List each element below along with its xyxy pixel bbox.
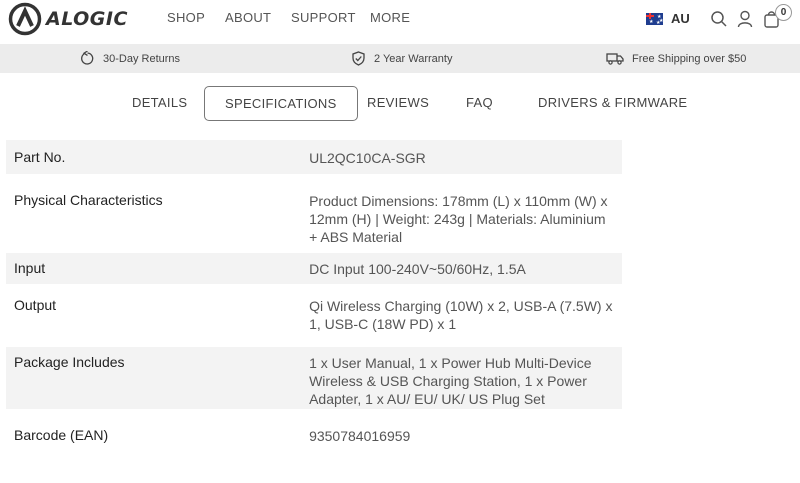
logo[interactable]: ALOGIC bbox=[8, 2, 128, 36]
nav-shop[interactable]: SHOP bbox=[167, 10, 205, 25]
product-tabs: DETAILS SPECIFICATIONS REVIEWS FAQ DRIVE… bbox=[0, 86, 800, 122]
brand-name: ALOGIC bbox=[46, 8, 128, 30]
tab-faq[interactable]: FAQ bbox=[466, 86, 493, 120]
search-icon[interactable] bbox=[710, 10, 728, 28]
spec-label: Part No. bbox=[14, 149, 66, 165]
nav-support[interactable]: SUPPORT bbox=[291, 10, 356, 25]
spec-value: 9350784016959 bbox=[309, 428, 411, 444]
spec-label: Input bbox=[14, 260, 46, 276]
spec-value: 1 x User Manual, 1 x Power Hub Multi-Dev… bbox=[309, 355, 592, 407]
spec-label: Package Includes bbox=[14, 354, 125, 370]
nav-more[interactable]: MORE bbox=[370, 10, 410, 25]
tab-specifications[interactable]: SPECIFICATIONS bbox=[204, 86, 358, 121]
benefit-shipping[interactable]: Free Shipping over $50 bbox=[606, 51, 746, 66]
spec-value: DC Input 100-240V~50/60Hz, 1.5A bbox=[309, 261, 526, 277]
tab-details[interactable]: DETAILS bbox=[132, 86, 187, 120]
spec-row: Package Includes 1 x User Manual, 1 x Po… bbox=[6, 347, 622, 409]
tab-reviews[interactable]: REVIEWS bbox=[367, 86, 429, 120]
logo-icon bbox=[8, 2, 42, 36]
spec-row: Output Qi Wireless Charging (10W) x 2, U… bbox=[6, 292, 622, 345]
spec-value: Product Dimensions: 178mm (L) x 110mm (W… bbox=[309, 193, 608, 245]
spec-value: Qi Wireless Charging (10W) x 2, USB-A (7… bbox=[309, 298, 613, 332]
benefits-bar: 30-Day Returns 2 Year Warranty Free Ship… bbox=[0, 44, 800, 73]
returns-icon bbox=[81, 51, 94, 65]
flag-au-icon: ★ ★ ★ ★ bbox=[646, 12, 663, 25]
warranty-shield-icon bbox=[352, 51, 365, 66]
site-header: ALOGIC SHOP ABOUT SUPPORT MORE ★ ★ ★ ★ A… bbox=[0, 0, 800, 44]
benefit-returns-label: 30-Day Returns bbox=[103, 52, 181, 65]
spec-label: Physical Characteristics bbox=[14, 192, 163, 208]
benefit-returns[interactable]: 30-Day Returns bbox=[80, 51, 180, 66]
cart-count-badge: 0 bbox=[775, 4, 792, 21]
benefit-shipping-label: Free Shipping over $50 bbox=[632, 52, 747, 65]
spec-label: Output bbox=[14, 297, 57, 313]
region-selector[interactable]: ★ ★ ★ ★ AU bbox=[646, 11, 690, 26]
account-icon[interactable] bbox=[736, 10, 754, 28]
spec-value: UL2QC10CA-SGR bbox=[309, 150, 426, 166]
nav-about[interactable]: ABOUT bbox=[225, 10, 271, 25]
spec-row: Barcode (EAN) 9350784016959 bbox=[6, 417, 622, 453]
tab-drivers-firmware[interactable]: DRIVERS & FIRMWARE bbox=[538, 86, 687, 120]
spec-row: Physical Characteristics Product Dimensi… bbox=[6, 179, 622, 253]
spec-label: Barcode (EAN) bbox=[14, 427, 109, 443]
spec-row: Input DC Input 100-240V~50/60Hz, 1.5A bbox=[6, 253, 622, 284]
region-label: AU bbox=[671, 11, 690, 26]
benefit-warranty-label: 2 Year Warranty bbox=[374, 52, 453, 65]
spec-row: Part No. UL2QC10CA-SGR bbox=[6, 140, 622, 174]
benefit-warranty[interactable]: 2 Year Warranty bbox=[351, 51, 452, 66]
specifications-table: Part No. UL2QC10CA-SGR Physical Characte… bbox=[6, 140, 622, 453]
shipping-truck-icon bbox=[606, 53, 624, 65]
